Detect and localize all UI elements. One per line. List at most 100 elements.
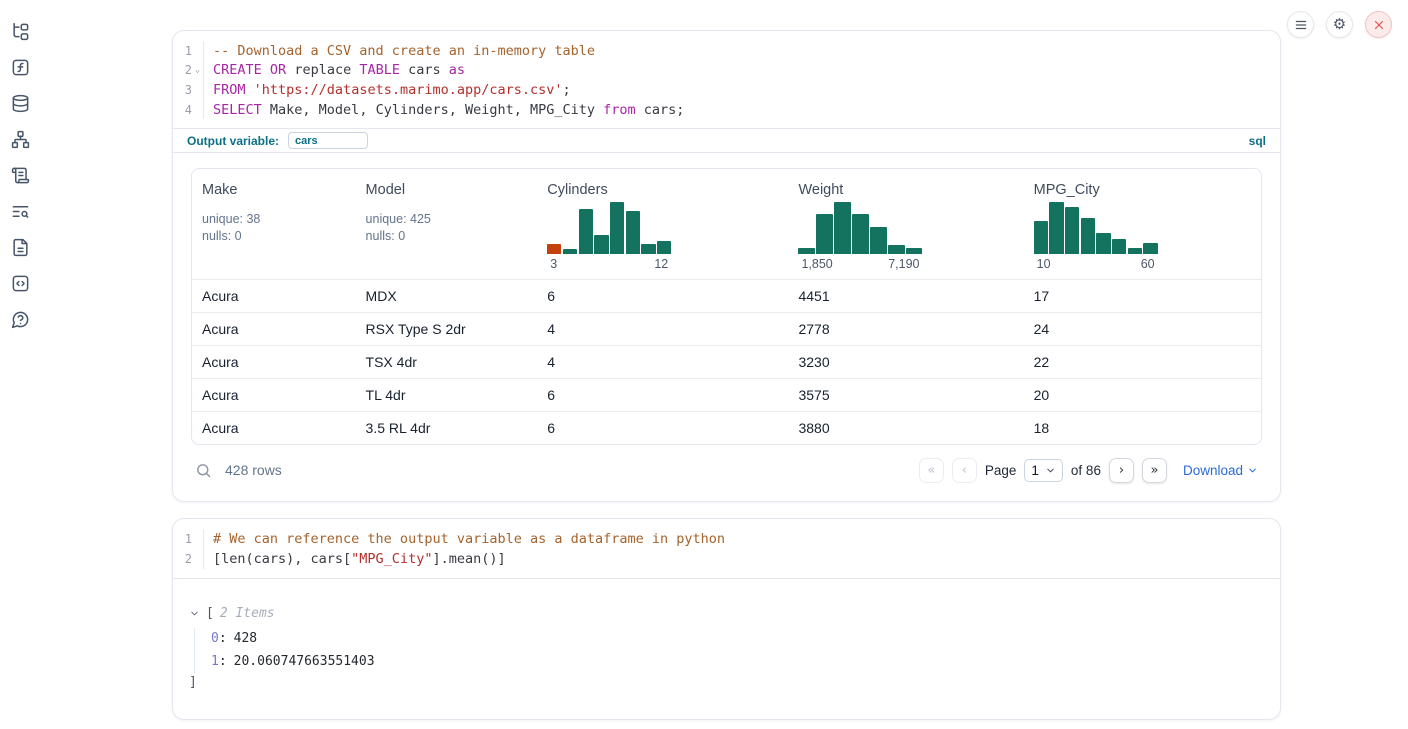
table-cell: Acura (192, 321, 356, 337)
histogram-bar (816, 214, 832, 255)
table-footer: 428 rows « ‹ Page 1 of 86 › » Download (191, 455, 1262, 485)
column-header-cylinders[interactable]: Cylinders312 (537, 182, 788, 271)
function-square-icon (11, 58, 30, 77)
table-row: AcuraMDX6445117 (192, 279, 1261, 312)
dependency-graph-button[interactable] (11, 130, 30, 149)
code-token: CREATE (213, 62, 262, 78)
close-icon (1372, 18, 1386, 32)
fold-chevron-icon[interactable]: ⌄ (192, 66, 203, 75)
line-gutter: 1 (173, 41, 204, 61)
sql-cell-output: Makeunique: 38nulls: 0Modelunique: 425nu… (173, 153, 1280, 501)
tree-entry-key: 1 (211, 654, 219, 669)
code-token: OR (270, 62, 286, 78)
page-number-select[interactable]: 1 (1024, 459, 1063, 482)
previous-page-button[interactable]: ‹ (952, 458, 977, 483)
python-cell: 1# We can reference the output variable … (172, 518, 1281, 719)
histogram-bar (870, 227, 886, 255)
language-badge: sql (1249, 134, 1266, 148)
sql-editor[interactable]: 1 -- Download a CSV and create an in-memo… (173, 31, 1280, 128)
histogram-max-label: 12 (654, 257, 668, 271)
code-line: 2⌄CREATE OR replace TABLE cars as (173, 61, 1280, 81)
column-stats: unique: 425nulls: 0 (366, 211, 528, 244)
help-button[interactable] (11, 310, 30, 329)
histogram-bars (1034, 202, 1158, 254)
code-token: TABLE (359, 62, 400, 78)
histogram-bar (1096, 233, 1110, 255)
page-number-value: 1 (1031, 463, 1039, 478)
snippets-button[interactable] (11, 274, 30, 293)
tree-entries: 0:428 1:20.060747663551403 (194, 628, 1264, 673)
table-header-row: Makeunique: 38nulls: 0Modelunique: 425nu… (192, 169, 1261, 279)
code-token: replace (286, 62, 359, 78)
column-stat: nulls: 0 (202, 228, 346, 245)
histogram-axis-labels: 1,8507,190 (798, 257, 922, 271)
collapse-chevron-icon[interactable] (189, 608, 200, 619)
code-line: 1 -- Download a CSV and create an in-memo… (173, 41, 1280, 61)
code-text: FROM 'https://datasets.marimo.app/cars.c… (204, 82, 571, 98)
sql-cell: 1 -- Download a CSV and create an in-memo… (172, 30, 1281, 502)
settings-button[interactable]: ⚙ (1326, 11, 1353, 38)
histogram-bar (641, 244, 655, 254)
histogram-bar (1034, 221, 1048, 255)
code-text: -- Download a CSV and create an in-memor… (204, 43, 595, 59)
line-gutter: 4 (173, 100, 204, 120)
python-editor[interactable]: 1# We can reference the output variable … (173, 519, 1280, 577)
line-number: 1 (185, 44, 192, 58)
cars-table: Makeunique: 38nulls: 0Modelunique: 425nu… (191, 168, 1262, 445)
output-variable-input[interactable] (288, 132, 368, 149)
column-header-make[interactable]: Makeunique: 38nulls: 0 (192, 182, 356, 271)
code-token (262, 62, 270, 78)
shutdown-button[interactable] (1365, 11, 1392, 38)
code-token: cars (400, 62, 449, 78)
table-cell: 3.5 RL 4dr (356, 420, 538, 436)
code-token: 'https://datasets.marimo.app/cars.csv' (254, 82, 563, 98)
notebook: 1 -- Download a CSV and create an in-memo… (172, 30, 1281, 720)
line-number: 2 (185, 63, 192, 77)
documentation-button[interactable] (11, 238, 30, 257)
column-name: Weight (798, 182, 1013, 198)
output-variable-bar: Output variable: sql (173, 128, 1280, 153)
histogram-bar (594, 235, 608, 255)
code-line: 4SELECT Make, Model, Cylinders, Weight, … (173, 100, 1280, 120)
column-header-mpg_city[interactable]: MPG_City 1060 (1024, 182, 1261, 271)
datasources-button[interactable] (11, 94, 30, 113)
next-page-button[interactable]: › (1109, 458, 1134, 483)
functions-button[interactable] (11, 58, 30, 77)
column-header-model[interactable]: Modelunique: 425nulls: 0 (356, 182, 538, 271)
search-icon[interactable] (195, 462, 212, 479)
table-cell: 3230 (788, 354, 1023, 370)
histogram-bar (657, 241, 671, 255)
menu-button[interactable] (1287, 11, 1314, 38)
table-cell: 2778 (788, 321, 1023, 337)
line-gutter: 3 (173, 80, 204, 100)
histogram-bar (798, 248, 814, 254)
histogram-bar (626, 211, 640, 254)
file-explorer-button[interactable] (11, 22, 30, 41)
output-variable-label: Output variable: (187, 134, 279, 148)
code-square-icon (11, 274, 30, 293)
column-name: MPG_City (1034, 182, 1251, 198)
histogram-bars (547, 202, 671, 254)
download-button[interactable]: Download (1183, 463, 1258, 478)
table-cell: 4451 (788, 288, 1023, 304)
logs-button[interactable] (11, 202, 30, 221)
scratchpad-button[interactable] (11, 166, 30, 185)
histogram-bar (547, 244, 561, 254)
column-header-weight[interactable]: Weight 1,8507,190 (788, 182, 1023, 271)
histogram-bar (1049, 202, 1063, 254)
tree-entry-value: 428 (234, 631, 257, 646)
file-tree-icon (11, 22, 30, 41)
first-page-button[interactable]: « (919, 458, 944, 483)
last-page-button[interactable]: » (1142, 458, 1167, 483)
code-token: ; (563, 82, 571, 98)
histogram-axis-labels: 1060 (1034, 257, 1158, 271)
table-cell: Acura (192, 354, 356, 370)
line-gutter: 2 (173, 549, 204, 569)
table-footer-left: 428 rows (195, 462, 282, 479)
table-row: AcuraTSX 4dr4323022 (192, 345, 1261, 378)
histogram-bar (1143, 243, 1157, 254)
file-text-icon (11, 238, 30, 257)
database-icon (11, 94, 30, 113)
histogram-min-label: 3 (550, 257, 557, 271)
table-cell: MDX (356, 288, 538, 304)
